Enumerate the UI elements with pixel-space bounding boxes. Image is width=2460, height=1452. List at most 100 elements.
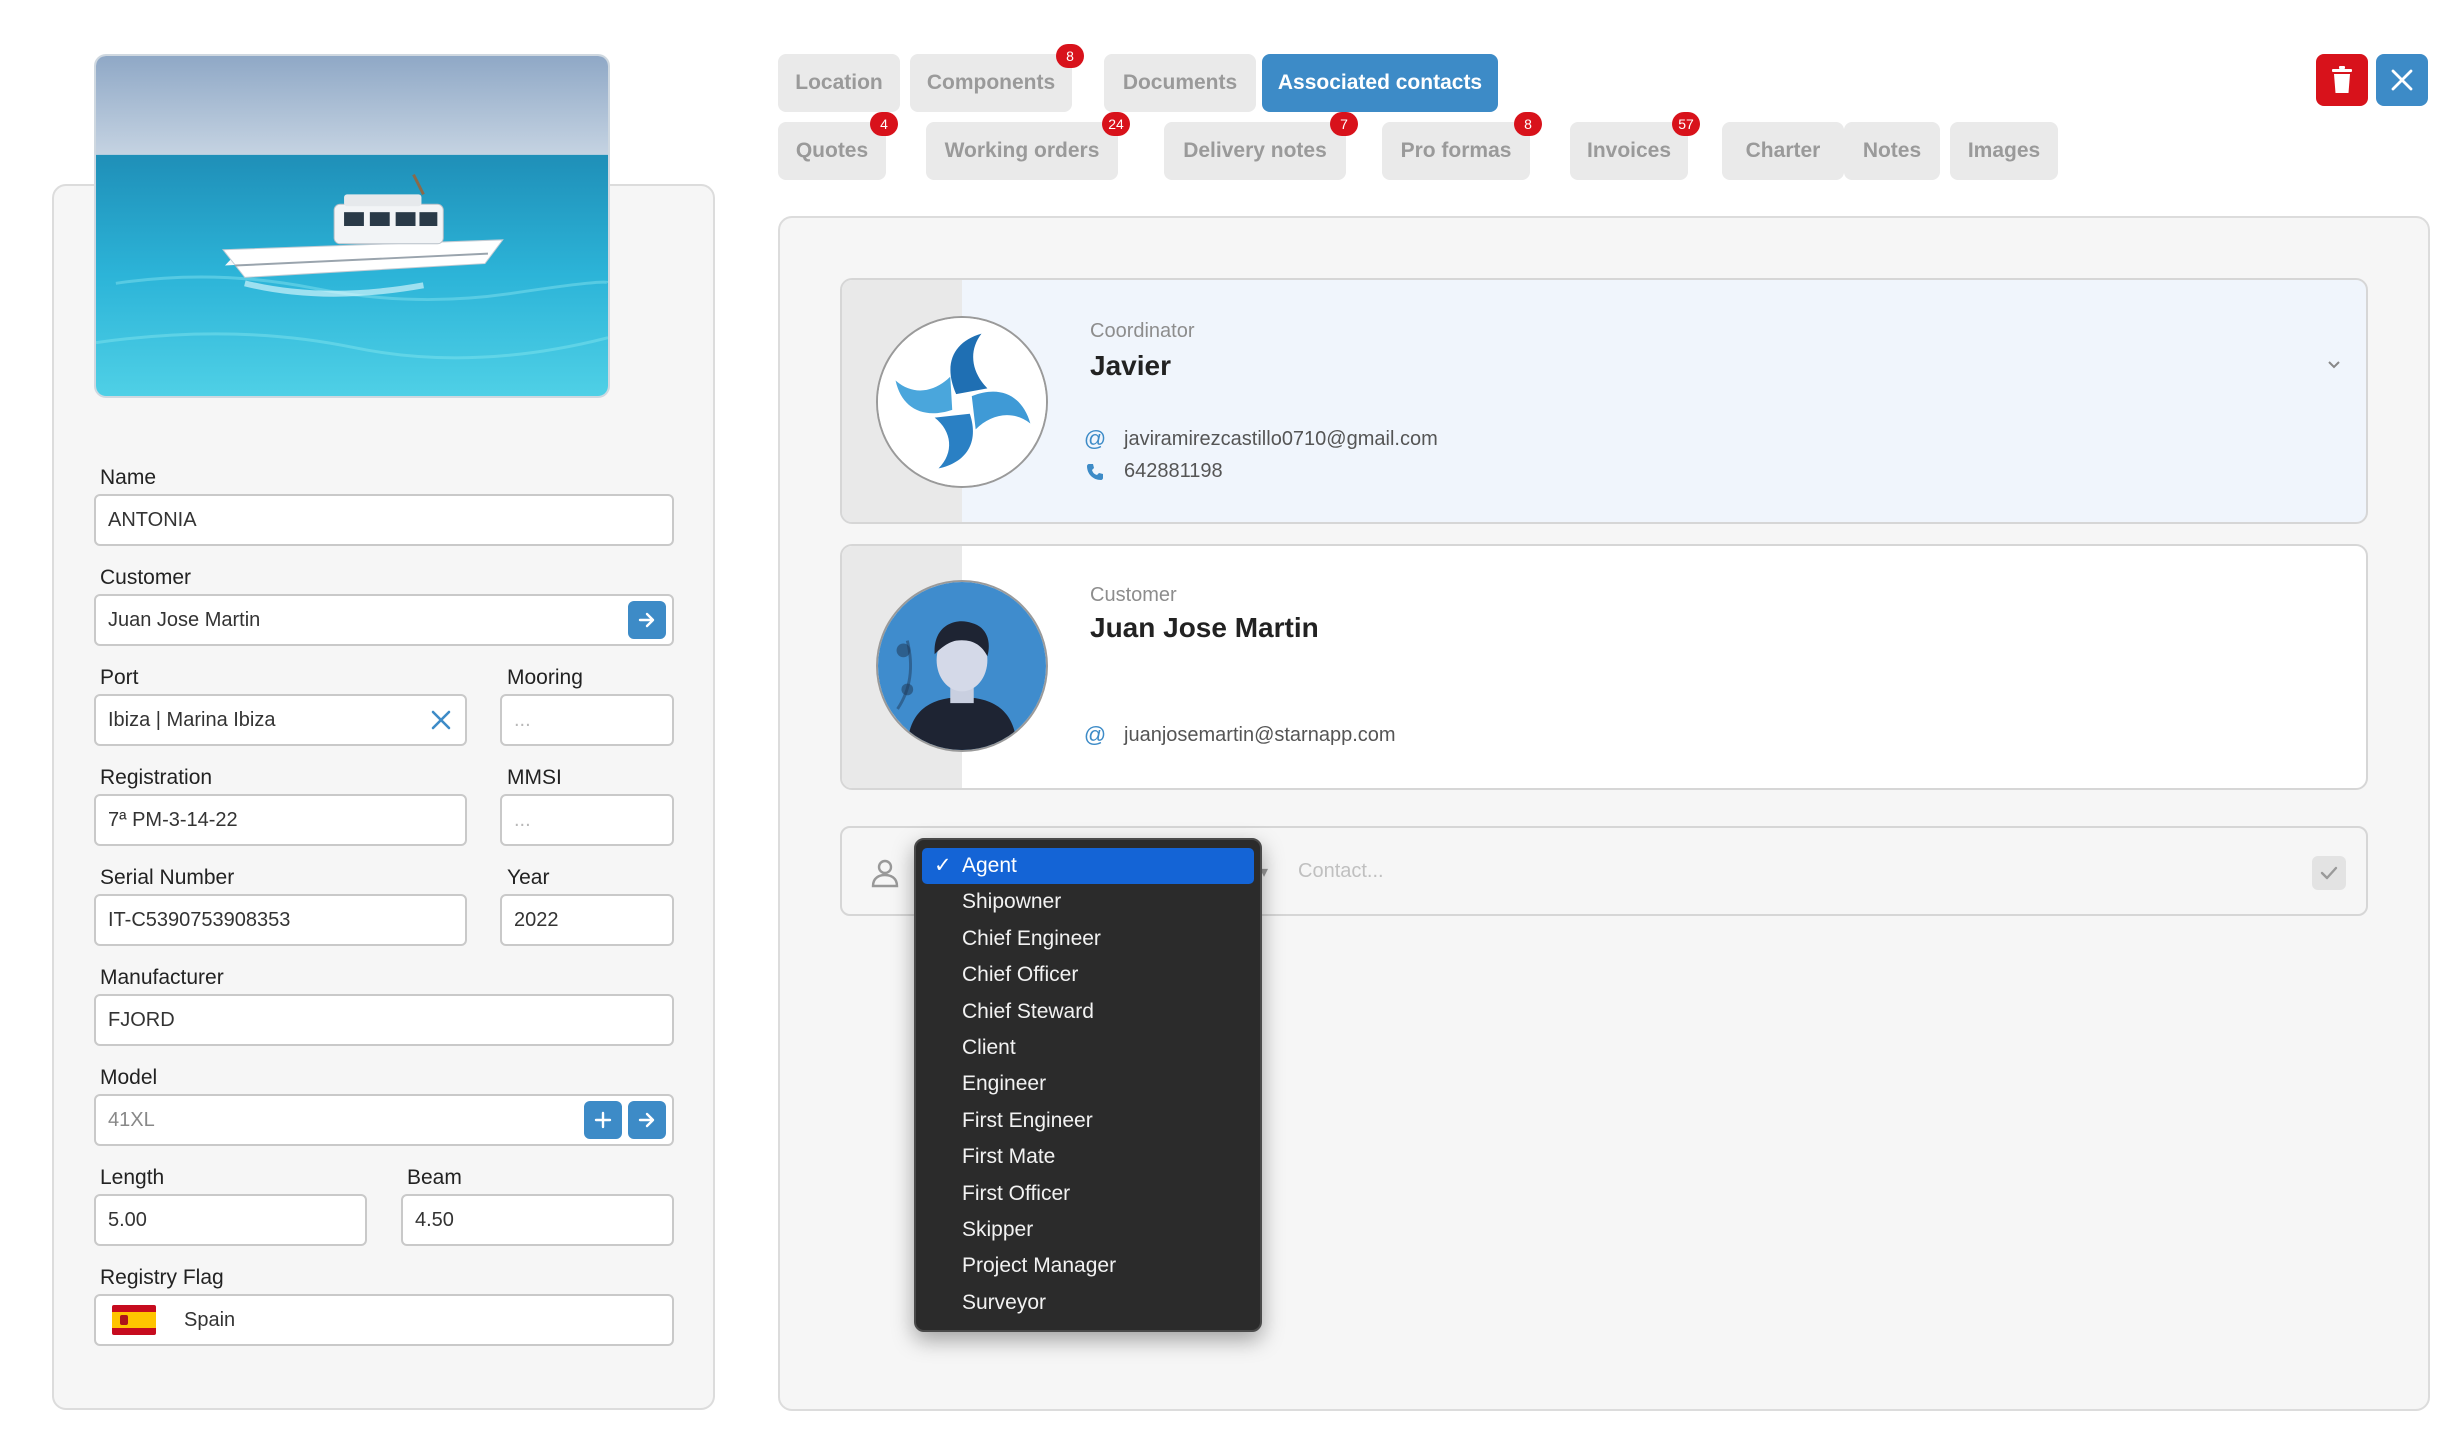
tab-invoices[interactable]: Invoices 57 (1570, 112, 1700, 180)
year-value: 2022 (514, 908, 559, 931)
contact-email[interactable]: juanjosemartin@starnapp.com (1124, 724, 1396, 747)
role-option-project-manager[interactable]: Project Manager (922, 1248, 1254, 1284)
tab-label: Location (795, 71, 883, 94)
manufacturer-label: Manufacturer (100, 966, 224, 989)
tab-associated-contacts[interactable]: Associated contacts (1262, 54, 1498, 112)
contact-name: Juan Jose Martin (1090, 612, 1319, 643)
tab-notes[interactable]: Notes (1844, 122, 1940, 180)
mmsi-label: MMSI (507, 766, 562, 789)
count-badge: 4 (870, 112, 898, 136)
role-option-agent[interactable]: ✓ Agent (922, 848, 1254, 885)
go-to-model-button[interactable] (628, 1101, 666, 1139)
check-icon (2320, 866, 2338, 880)
role-option-first-engineer[interactable]: First Engineer (922, 1103, 1254, 1139)
tab-label: Components (926, 71, 1056, 94)
contact-card-coordinator[interactable]: Coordinator Javier @ javiramirezcastillo… (840, 278, 2368, 524)
contact-phone-row: 642881198 (1084, 460, 1223, 483)
role-option-surveyor[interactable]: Surveyor (922, 1285, 1254, 1321)
role-option-client[interactable]: Client (922, 1030, 1254, 1066)
contact-search-input[interactable]: Contact... (1298, 860, 1384, 883)
tab-documents[interactable]: Documents (1104, 54, 1256, 112)
contact-phone[interactable]: 642881198 (1124, 460, 1223, 483)
tab-label: Pro formas (1400, 139, 1512, 162)
tab-label: Documents (1122, 71, 1238, 94)
contact-name: Javier (1090, 350, 1171, 381)
contact-card-customer[interactable]: Customer Juan Jose Martin @ juanjosemart… (840, 544, 2368, 790)
option-label: Client (962, 1035, 1016, 1059)
role-option-first-mate[interactable]: First Mate (922, 1139, 1254, 1175)
count-badge: 8 (1056, 44, 1084, 68)
name-label: Name (100, 466, 157, 489)
role-option-chief-steward[interactable]: Chief Steward (922, 994, 1254, 1030)
option-label: Skipper (962, 1217, 1034, 1241)
close-icon (2391, 69, 2413, 91)
tab-label: Images (1967, 139, 2041, 162)
manufacturer-field[interactable]: FJORD (94, 994, 674, 1046)
mmsi-field[interactable]: ... (500, 794, 674, 846)
option-label: First Officer (962, 1181, 1071, 1205)
tab-pro-formas[interactable]: Pro formas 8 (1382, 112, 1542, 180)
customer-label: Customer (100, 566, 192, 589)
role-dropdown-menu[interactable]: ✓ Agent Shipowner Chief Engineer Chief O… (914, 838, 1262, 1332)
customer-field[interactable]: Juan Jose Martin (94, 594, 674, 646)
mooring-field[interactable]: ... (500, 694, 674, 746)
delete-button[interactable] (2316, 54, 2368, 106)
option-label: Agent (962, 854, 1017, 877)
close-button[interactable] (2376, 54, 2428, 106)
registration-field[interactable]: 7ª PM-3-14-22 (94, 794, 467, 846)
add-model-button[interactable] (584, 1101, 622, 1139)
tab-quotes[interactable]: Quotes 4 (778, 112, 898, 180)
count-badge: 24 (1102, 112, 1130, 136)
tab-images[interactable]: Images (1950, 122, 2058, 180)
tab-label: Charter (1745, 139, 1821, 162)
count-badge: 57 (1672, 112, 1700, 136)
role-option-chief-engineer[interactable]: Chief Engineer (922, 921, 1254, 957)
role-option-engineer[interactable]: Engineer (922, 1066, 1254, 1102)
chevron-down-icon[interactable] (2324, 358, 2344, 377)
confirm-contact-button[interactable] (2312, 856, 2346, 890)
role-option-first-officer[interactable]: First Officer (922, 1176, 1254, 1212)
at-icon: @ (1083, 426, 1107, 451)
contact-email[interactable]: javiramirezcastillo0710@gmail.com (1124, 428, 1438, 451)
model-field[interactable]: 41XL (94, 1094, 674, 1146)
beam-field[interactable]: 4.50 (401, 1194, 674, 1246)
tab-working-orders[interactable]: Working orders 24 (926, 112, 1130, 180)
tab-location[interactable]: Location (778, 54, 900, 112)
clear-port-button[interactable] (429, 708, 453, 732)
port-value: Ibiza | Marina Ibiza (108, 708, 276, 731)
person-icon (868, 856, 902, 895)
year-label: Year (507, 866, 550, 889)
role-option-skipper[interactable]: Skipper (922, 1212, 1254, 1248)
contact-role: Coordinator (1090, 320, 1195, 342)
length-field[interactable]: 5.00 (94, 1194, 367, 1246)
role-option-shipowner[interactable]: Shipowner (922, 884, 1254, 920)
trash-icon (2332, 66, 2352, 93)
tab-label: Invoices (1586, 139, 1672, 162)
count-badge: 7 (1330, 112, 1358, 136)
tab-label: Quotes (795, 139, 869, 162)
serial-number-label: Serial Number (100, 866, 235, 889)
registration-value: 7ª PM-3-14-22 (108, 808, 238, 831)
tab-delivery-notes[interactable]: Delivery notes 7 (1164, 112, 1358, 180)
tab-components[interactable]: Components 8 (910, 44, 1084, 112)
go-to-customer-button[interactable] (628, 601, 666, 639)
beam-value: 4.50 (415, 1208, 454, 1231)
tab-charter[interactable]: Charter (1722, 122, 1844, 180)
registry-flag-value: Spain (184, 1308, 236, 1331)
close-icon (431, 710, 451, 730)
mooring-placeholder: ... (514, 708, 531, 731)
serial-number-field[interactable]: IT-C5390753908353 (94, 894, 467, 946)
port-field[interactable]: Ibiza | Marina Ibiza (94, 694, 467, 746)
role-option-chief-officer[interactable]: Chief Officer (922, 957, 1254, 993)
year-field[interactable]: 2022 (500, 894, 674, 946)
spain-flag-icon (112, 1305, 156, 1335)
arrow-right-icon (638, 1112, 655, 1128)
tab-label: Working orders (944, 139, 1100, 162)
option-label: Project Manager (962, 1254, 1117, 1278)
name-field[interactable]: ANTONIA (94, 494, 674, 546)
option-label: First Engineer (962, 1108, 1093, 1132)
option-label: Engineer (962, 1072, 1047, 1096)
registry-flag-field[interactable]: Spain (94, 1294, 674, 1346)
option-label: First Mate (962, 1145, 1056, 1169)
option-label: Shipowner (962, 890, 1062, 914)
